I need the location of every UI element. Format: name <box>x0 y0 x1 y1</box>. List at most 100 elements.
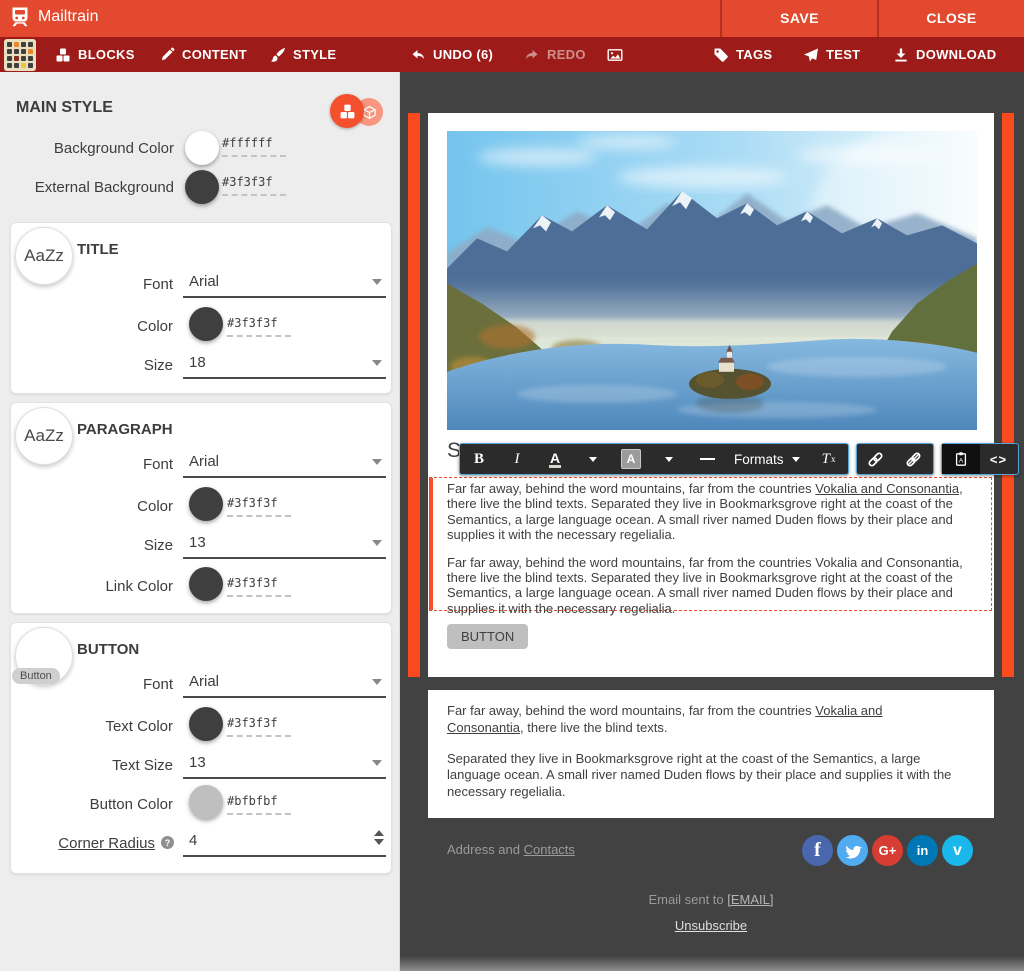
help-icon[interactable]: ? <box>161 836 174 849</box>
block-selection-bar-left[interactable] <box>408 113 420 677</box>
title-color-swatch[interactable] <box>189 307 223 341</box>
download-label: DOWNLOAD <box>916 47 996 62</box>
tab-style-label: STYLE <box>293 47 336 62</box>
clear-formatting-button[interactable]: Tx <box>810 444 848 474</box>
app-brand: Mailtrain <box>8 5 98 29</box>
download-button[interactable]: DOWNLOAD <box>893 37 996 72</box>
lake-bled-hero-image[interactable] <box>447 131 977 430</box>
tab-content[interactable]: CONTENT <box>160 37 247 72</box>
title-style-card: AaZz TITLE Font Arial Color #3f3f3f Size… <box>10 222 392 394</box>
facebook-glyph: f <box>814 839 821 862</box>
linkedin-icon[interactable]: in <box>907 835 938 866</box>
close-button[interactable]: CLOSE <box>879 0 1024 37</box>
twitter-icon[interactable] <box>837 835 868 866</box>
top-header-bar: Mailtrain SAVE CLOSE <box>0 0 1024 37</box>
email-token-link[interactable]: [EMAIL] <box>727 892 773 907</box>
tab-style[interactable]: STYLE <box>270 37 336 72</box>
save-button[interactable]: SAVE <box>722 0 877 37</box>
vokalia-link[interactable]: Vokalia and Consonantia <box>815 481 959 496</box>
paragraph-link-color-hex-input[interactable]: #3f3f3f <box>227 576 291 597</box>
spinner-up-icon[interactable] <box>374 830 384 836</box>
google-plus-glyph: G+ <box>879 843 897 858</box>
spinner-down-icon[interactable] <box>374 839 384 845</box>
tags-button[interactable]: TAGS <box>713 37 772 72</box>
external-background-swatch[interactable] <box>185 170 219 204</box>
paragraph-text: there live the blind texts. <box>524 720 668 735</box>
button-text-size-select[interactable]: 13 <box>183 754 386 779</box>
test-label: TEST <box>826 47 860 62</box>
facebook-icon[interactable]: f <box>802 835 833 866</box>
style-scope-blocks-toggle[interactable] <box>330 94 364 128</box>
button-font-label: Font <box>71 676 173 693</box>
text-color-menu-button[interactable] <box>574 444 612 474</box>
tag-icon <box>713 47 729 63</box>
selected-text-block[interactable]: Far far away, behind the word mountains,… <box>429 477 992 611</box>
email-main-block[interactable]: Se B I A A Formats <box>428 113 994 677</box>
source-code-button[interactable]: <> <box>980 444 1018 474</box>
undo-button[interactable]: UNDO (6) <box>410 37 493 72</box>
email-text-block[interactable]: Far far away, behind the word mountains,… <box>428 690 994 818</box>
corner-radius-input[interactable]: 4 <box>183 832 386 857</box>
paragraph-color-swatch[interactable] <box>189 487 223 521</box>
title-font-select[interactable]: Arial <box>183 273 386 298</box>
background-color-swatch[interactable] <box>185 131 219 165</box>
contacts-link[interactable]: Contacts <box>524 842 575 857</box>
button-card-heading: BUTTON <box>77 641 139 658</box>
editor-toolbar-bar: BLOCKS CONTENT STYLE UNDO (6) <box>0 37 1024 72</box>
title-font-value: Arial <box>189 273 219 290</box>
paragraph-2: Separated they live in Bookmarksgrove ri… <box>447 751 957 801</box>
social-icons-row: f G+ in v <box>802 835 973 866</box>
paste-button[interactable]: A <box>942 444 980 474</box>
background-color-button[interactable]: A <box>612 444 650 474</box>
title-color-hex-input[interactable]: #3f3f3f <box>227 316 291 337</box>
blocks-icon <box>339 103 356 120</box>
mailtrain-train-icon <box>8 5 32 29</box>
svg-text:A: A <box>958 458 963 465</box>
paragraph-size-label: Size <box>71 537 173 554</box>
remove-link-button[interactable] <box>895 444 933 474</box>
title-size-select[interactable]: 18 <box>183 354 386 379</box>
button-text-color-swatch[interactable] <box>189 707 223 741</box>
bold-button[interactable]: B <box>460 444 498 474</box>
external-background-hex-input[interactable]: #3f3f3f <box>222 175 286 196</box>
google-plus-icon[interactable]: G+ <box>872 835 903 866</box>
background-color-menu-button[interactable] <box>650 444 688 474</box>
app-title: Mailtrain <box>38 8 98 26</box>
redo-button[interactable]: REDO <box>524 37 586 72</box>
paragraph-link-color-swatch[interactable] <box>189 567 223 601</box>
paragraph-size-select[interactable]: 13 <box>183 534 386 559</box>
formats-dropdown[interactable]: Formats <box>726 444 810 474</box>
unlink-icon <box>905 451 922 468</box>
vimeo-icon[interactable]: v <box>942 835 973 866</box>
corner-radius-spinner[interactable] <box>374 830 384 845</box>
corner-radius-value: 4 <box>189 832 197 849</box>
text-color-button[interactable]: A <box>536 444 574 474</box>
chevron-down-icon <box>372 679 382 685</box>
test-button[interactable]: TEST <box>803 37 860 72</box>
title-font-label: Font <box>71 276 173 293</box>
button-color-swatch[interactable] <box>189 785 223 819</box>
background-color-hex-input[interactable]: #ffffff <box>222 136 286 157</box>
insert-link-button[interactable] <box>857 444 895 474</box>
paragraph-2: Far far away, behind the word mountains,… <box>447 555 975 617</box>
email-cta-button[interactable]: BUTTON <box>447 624 528 649</box>
address-text: Address and <box>447 842 524 857</box>
button-font-select[interactable]: Arial <box>183 673 386 698</box>
paragraph-color-hex-input[interactable]: #3f3f3f <box>227 496 291 517</box>
title-size-value: 18 <box>189 354 206 371</box>
block-selection-bar-right[interactable] <box>1002 113 1014 677</box>
paragraph-font-select[interactable]: Arial <box>183 453 386 478</box>
undo-label: UNDO (6) <box>433 47 493 62</box>
paper-plane-icon <box>803 47 819 63</box>
tab-blocks[interactable]: BLOCKS <box>55 37 135 72</box>
button-color-hex-input[interactable]: #bfbfbf <box>227 794 291 815</box>
richtext-misc-group: A <> <box>941 443 1019 475</box>
address-line: Address and Contacts <box>447 842 575 857</box>
button-text-color-hex-input[interactable]: #3f3f3f <box>227 716 291 737</box>
image-gallery-button[interactable] <box>606 37 624 72</box>
unsubscribe-link[interactable]: Unsubscribe <box>675 918 747 933</box>
italic-button[interactable]: I <box>498 444 536 474</box>
horizontal-rule-button[interactable] <box>688 444 726 474</box>
style-sidebar: MAIN STYLE Background Color #ffffff Exte… <box>0 72 400 971</box>
paragraph-1: Far far away, behind the word mountains,… <box>447 703 957 737</box>
